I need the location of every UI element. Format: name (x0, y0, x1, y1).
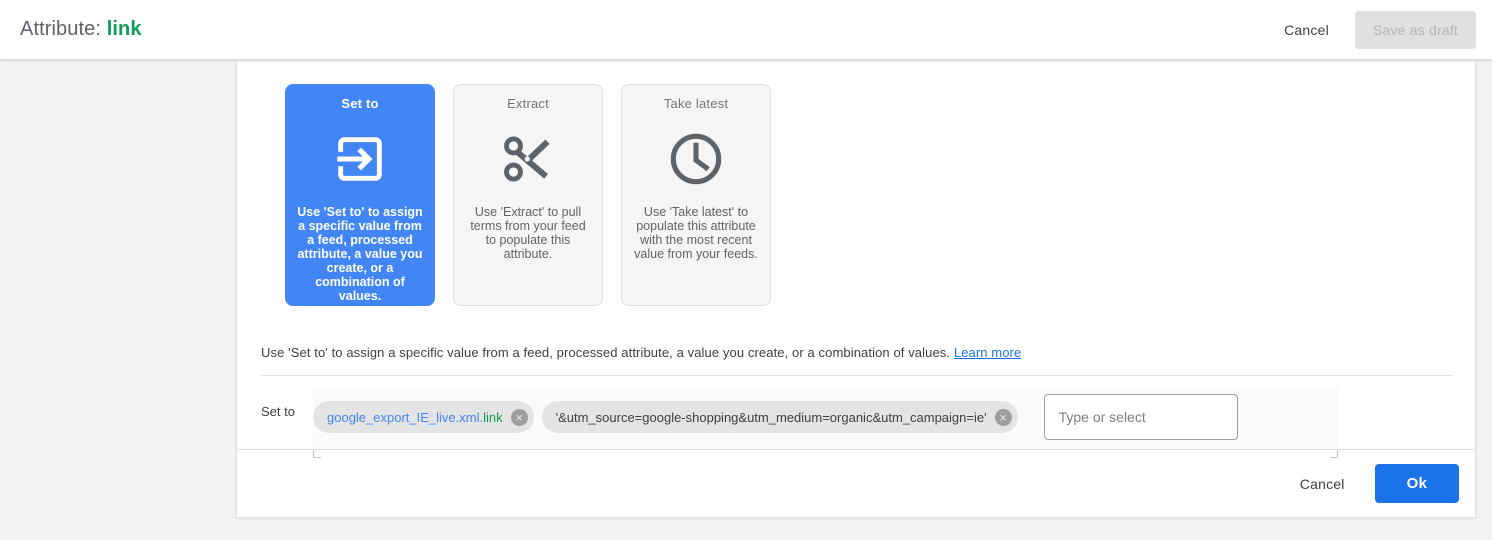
page-title-prefix: Attribute: (20, 18, 102, 40)
scissors-icon (499, 113, 557, 205)
dialog-footer: Cancel Ok (237, 449, 1475, 517)
clock-icon (667, 113, 725, 205)
value-chip-segment: google_export_IE_live.xml. (327, 409, 484, 425)
rule-card-extract-description: Use 'Extract' to pull terms from your fe… (470, 205, 586, 261)
rule-description: Use 'Set to' to assign a specific value … (261, 345, 1453, 360)
value-chip-text: google_export_IE_live.xml.link (327, 410, 503, 425)
rule-card-extract-title: Extract (507, 96, 549, 111)
set-to-row: Set to google_export_IE_live.xml.link × … (261, 386, 1453, 458)
set-to-label: Set to (261, 404, 295, 419)
page-title-attribute: link (106, 18, 142, 40)
rule-description-text: Use 'Set to' to assign a specific value … (261, 345, 951, 360)
header-cancel-button[interactable]: Cancel (1268, 13, 1345, 47)
chip-remove-icon[interactable]: × (510, 408, 528, 426)
set-to-icon (331, 113, 389, 205)
rule-type-cards: Set to Use 'Set to' to assign a specific… (285, 84, 789, 306)
header-actions: Cancel Save as draft (1268, 10, 1476, 49)
rule-card-set-to[interactable]: Set to Use 'Set to' to assign a specific… (285, 84, 435, 306)
rule-card-take-latest-title: Take latest (663, 96, 729, 111)
value-chip-text: '&utm_source=google-shopping&utm_medium=… (556, 410, 987, 425)
type-or-select-input[interactable] (1043, 394, 1238, 440)
value-chip-segment: '&utm_source=google-shopping&utm_medium=… (555, 409, 987, 425)
value-chip[interactable]: '&utm_source=google-shopping&utm_medium=… (541, 401, 1018, 433)
page-title: Attribute: link (20, 18, 142, 41)
footer-ok-button[interactable]: Ok (1374, 464, 1459, 503)
app-header: Attribute: link Cancel Save as draft (0, 0, 1492, 60)
learn-more-link[interactable]: Learn more (954, 345, 1021, 360)
chip-remove-icon[interactable]: × (994, 408, 1012, 426)
rule-card-set-to-title: Set to (341, 96, 379, 111)
set-to-chip-area[interactable]: google_export_IE_live.xml.link × '&utm_s… (313, 386, 1338, 458)
rule-card-set-to-description: Use 'Set to' to assign a specific value … (297, 205, 423, 303)
footer-cancel-button[interactable]: Cancel (1284, 467, 1361, 501)
section-divider (261, 375, 1453, 376)
attribute-rule-panel: Set to Use 'Set to' to assign a specific… (236, 61, 1476, 518)
rule-card-extract[interactable]: Extract Use 'Extract' to pull terms from… (453, 84, 603, 306)
save-as-draft-button[interactable]: Save as draft (1354, 10, 1476, 49)
rule-card-take-latest[interactable]: Take latest Use 'Take latest' to populat… (621, 84, 771, 306)
value-chip-segment: link (483, 409, 503, 425)
rule-card-take-latest-description: Use 'Take latest' to populate this attri… (634, 205, 758, 261)
value-chip[interactable]: google_export_IE_live.xml.link × (313, 401, 534, 433)
